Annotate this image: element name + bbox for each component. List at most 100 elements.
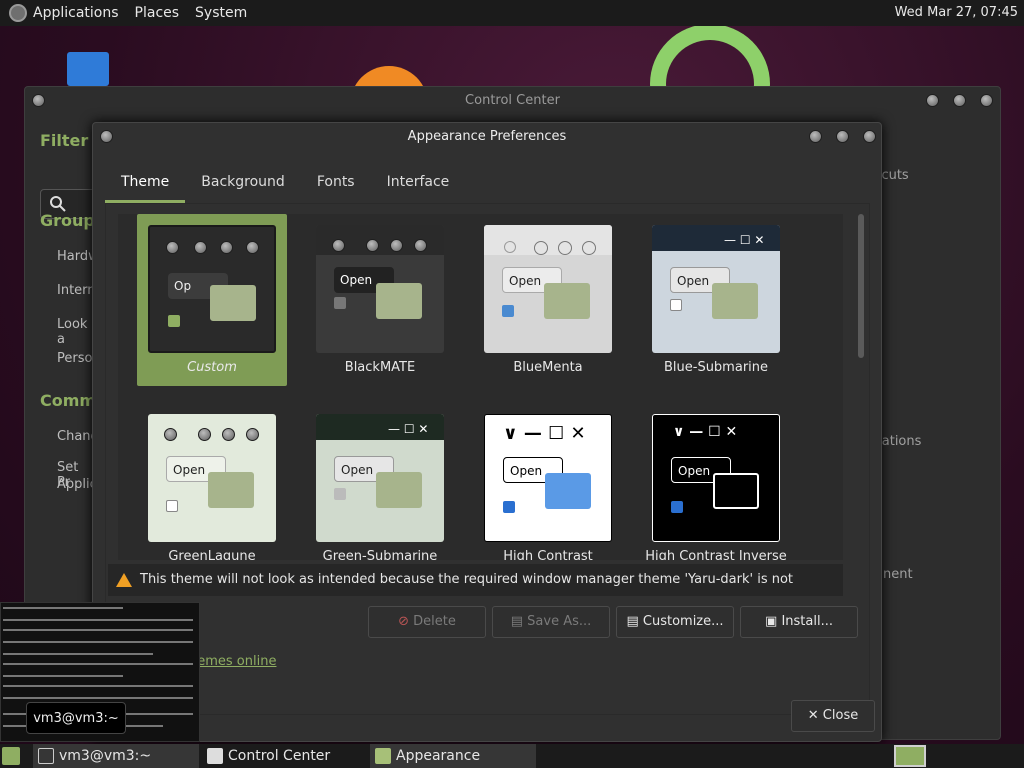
theme-thumbnail: Open xyxy=(484,225,612,353)
theme-thumbnail: — ☐ ✕ Open xyxy=(316,414,444,542)
install-button[interactable]: ▣ Install... xyxy=(740,606,858,638)
appearance-icon xyxy=(375,748,391,764)
control-center-titlebar[interactable]: Control Center xyxy=(25,87,1000,115)
scrollbar[interactable] xyxy=(858,214,864,358)
thumb-titlebar xyxy=(148,414,276,444)
thumb-titlebar xyxy=(316,225,444,255)
save-as-button[interactable]: ▤ Save As... xyxy=(492,606,610,638)
maximize-button[interactable] xyxy=(953,94,966,107)
groups-heading: Groups xyxy=(40,211,95,230)
theme-item-bluementa[interactable]: Open BlueMenta xyxy=(473,214,623,386)
checkbox-icon xyxy=(334,297,346,309)
theme-name: BlueMenta xyxy=(513,360,583,375)
group-item[interactable]: Perso xyxy=(57,351,92,366)
theme-item-greenlagune[interactable]: Open GreenLagune xyxy=(137,403,287,560)
folder-icon xyxy=(713,473,759,509)
theme-thumbnail: ∨ — ☐ ✕ Open xyxy=(652,414,780,542)
theme-item-high-contrast[interactable]: ∨ — ☐ ✕ Open High Contrast xyxy=(473,403,623,560)
minimize-button[interactable] xyxy=(809,130,822,143)
top-panel: Applications Places System Wed Mar 27, 0… xyxy=(0,0,1024,26)
common-heading: Commo xyxy=(40,391,95,410)
group-item[interactable]: Hardw xyxy=(57,249,95,264)
folder-icon xyxy=(210,285,256,321)
window-menu-button[interactable] xyxy=(100,130,113,143)
folder-icon xyxy=(376,472,422,508)
folder-icon xyxy=(544,283,590,319)
close-icon: ✕ xyxy=(807,708,823,723)
theme-name: High Contrast Inverse xyxy=(645,549,787,560)
theme-name: Custom xyxy=(187,360,237,375)
appearance-title: Appearance Preferences xyxy=(407,129,567,144)
menu-places[interactable]: Places xyxy=(135,5,180,21)
theme-item-blackmate[interactable]: Open BlackMATE xyxy=(305,214,455,386)
task-control-center[interactable]: Control Center xyxy=(202,744,368,768)
task-appearance[interactable]: Appearance Prefere... xyxy=(370,744,536,768)
theme-thumbnail: Open xyxy=(316,225,444,353)
theme-item-blue-submarine[interactable]: — ☐ ✕ Open Blue-Submarine xyxy=(641,214,791,386)
show-desktop-icon[interactable] xyxy=(2,747,20,765)
theme-item-high-contrast-inverse[interactable]: ∨ — ☐ ✕ Open High Contrast Inverse xyxy=(641,403,791,560)
delete-icon: ⊘ xyxy=(398,614,414,629)
theme-thumbnail: Op xyxy=(148,225,276,353)
thumb-titlebar: — ☐ ✕ xyxy=(316,414,444,440)
minimize-button[interactable] xyxy=(926,94,939,107)
menu-system[interactable]: System xyxy=(195,5,247,21)
theme-item-custom[interactable]: Op Custom xyxy=(137,214,287,386)
checkbox-icon xyxy=(334,488,346,500)
window-menu-button[interactable] xyxy=(32,94,45,107)
taskbar: vm3@vm3:~ Control Center Appearance Pref… xyxy=(0,744,1024,768)
filter-heading: Filter xyxy=(40,131,89,150)
thumb-titlebar: ∨ — ☐ ✕ xyxy=(673,424,738,440)
workspace-switcher[interactable] xyxy=(894,745,926,767)
group-item[interactable]: Intern xyxy=(57,283,95,298)
install-icon: ▣ xyxy=(765,614,782,629)
task-terminal[interactable]: vm3@vm3:~ xyxy=(33,744,199,768)
folder-icon xyxy=(376,283,422,319)
checkbox-icon xyxy=(671,501,683,513)
tab-fonts[interactable]: Fonts xyxy=(301,163,371,203)
customize-icon: ▤ xyxy=(626,614,643,629)
clock[interactable]: Wed Mar 27, 07:45 xyxy=(895,5,1018,20)
theme-item-green-submarine[interactable]: — ☐ ✕ Open Green-Submarine xyxy=(305,403,455,560)
maximize-button[interactable] xyxy=(836,130,849,143)
common-item[interactable]: Chang xyxy=(57,429,95,444)
close-dialog-button[interactable]: ✕ Close xyxy=(791,700,875,732)
tab-bar: Theme Background Fonts Interface xyxy=(105,163,870,203)
appearance-titlebar[interactable]: Appearance Preferences xyxy=(93,123,881,151)
checkbox-icon xyxy=(168,315,180,327)
checkbox-icon xyxy=(670,299,682,311)
save-icon: ▤ xyxy=(510,614,528,629)
thumb-titlebar: — ☐ ✕ xyxy=(652,225,780,251)
theme-warning: This theme will not look as intended bec… xyxy=(108,564,843,619)
theme-name: Blue-Submarine xyxy=(663,360,769,375)
terminal-icon xyxy=(38,748,54,764)
folder-icon xyxy=(712,283,758,319)
close-button[interactable] xyxy=(980,94,993,107)
folder-icon xyxy=(208,472,254,508)
thumb-titlebar xyxy=(484,225,612,255)
tab-background[interactable]: Background xyxy=(185,163,301,203)
desktop-icon[interactable] xyxy=(67,52,109,86)
distro-logo-icon[interactable] xyxy=(9,4,27,22)
close-button[interactable] xyxy=(863,130,876,143)
theme-grid: Op Custom Open BlackMATE Open BlueMenta … xyxy=(118,214,843,560)
thumb-titlebar: ∨ — ☐ ✕ xyxy=(503,423,586,444)
customize-button[interactable]: ▤ Customize... xyxy=(616,606,734,638)
delete-button[interactable]: ⊘ Delete xyxy=(368,606,486,638)
group-item[interactable]: Look a xyxy=(57,317,95,347)
theme-name: High Contrast xyxy=(503,549,593,560)
warning-icon xyxy=(116,573,132,587)
theme-name: GreenLagune xyxy=(168,549,256,560)
tab-interface[interactable]: Interface xyxy=(371,163,466,203)
common-item[interactable]: Applic xyxy=(57,477,95,492)
theme-thumbnail: — ☐ ✕ Open xyxy=(652,225,780,353)
theme-thumbnail: ∨ — ☐ ✕ Open xyxy=(484,414,612,542)
tab-theme[interactable]: Theme xyxy=(105,163,186,203)
theme-thumbnail: Open xyxy=(148,414,276,542)
get-themes-online-link[interactable]: hemes online xyxy=(189,654,276,669)
right-label[interactable]: nent xyxy=(883,567,913,582)
control-center-icon xyxy=(207,748,223,764)
window-tooltip: vm3@vm3:~ xyxy=(26,702,126,734)
appearance-window: Appearance Preferences Theme Background … xyxy=(92,122,882,742)
menu-applications[interactable]: Applications xyxy=(33,5,119,21)
